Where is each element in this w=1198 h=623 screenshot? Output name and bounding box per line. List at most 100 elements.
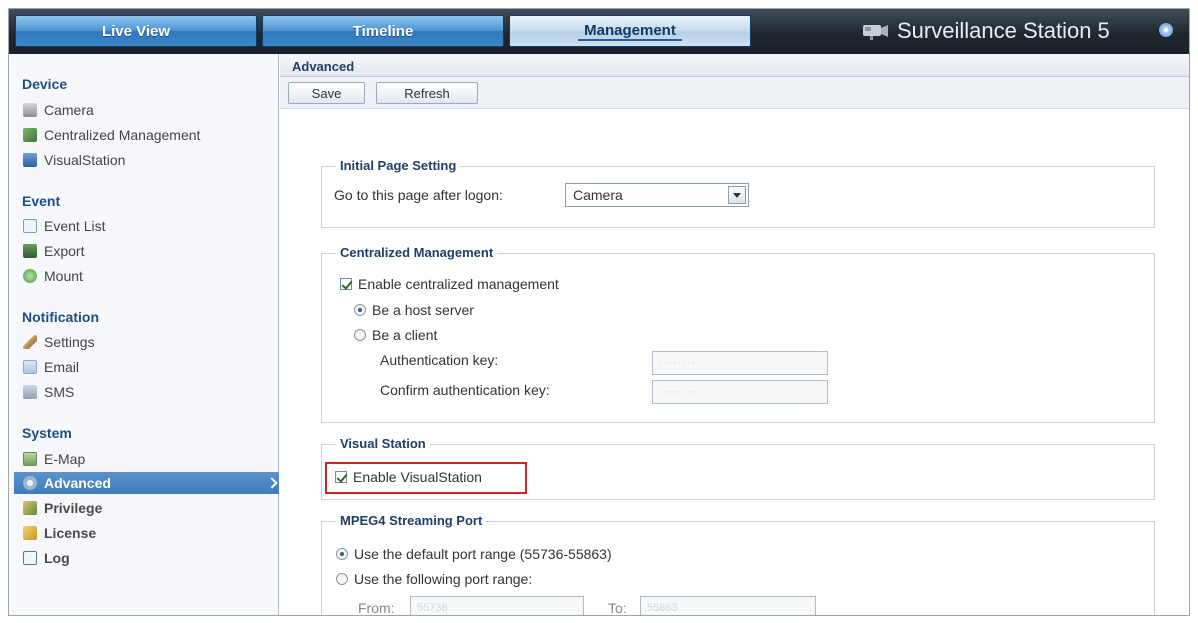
mount-icon <box>23 269 37 283</box>
sidebar-item-log[interactable]: Log <box>14 547 279 569</box>
host-server-radio[interactable] <box>354 304 366 316</box>
privilege-icon <box>23 501 37 515</box>
gear-icon <box>23 476 37 490</box>
enable-centralized-label: Enable centralized management <box>358 276 559 292</box>
event-list-icon <box>23 219 37 233</box>
sidebar-item-label: Email <box>44 359 80 375</box>
export-icon <box>23 244 37 258</box>
toolbar: Save Refresh <box>280 77 1189 109</box>
save-button[interactable]: Save <box>288 82 365 104</box>
book-icon <box>23 551 37 565</box>
tab-live-view-label: Live View <box>101 22 171 40</box>
help-icon[interactable] <box>1159 23 1173 37</box>
from-label: From: <box>358 600 395 616</box>
tab-management-label: Management <box>578 22 682 41</box>
sidebar-item-advanced[interactable]: Advanced <box>14 472 279 494</box>
sidebar-item-mount[interactable]: Mount <box>14 265 279 287</box>
camera-icon <box>23 103 37 117</box>
confirm-key-label: Confirm authentication key: <box>380 382 550 398</box>
sidebar-item-label: Advanced <box>44 475 111 491</box>
brand-title: Surveillance Station 5 <box>897 18 1110 43</box>
enable-visualstation-row[interactable]: Enable VisualStation <box>335 469 482 485</box>
custom-port-radio[interactable] <box>336 573 348 585</box>
sidebar-item-license[interactable]: License <box>14 522 279 544</box>
sidebar-item-e-map[interactable]: E-Map <box>14 448 279 470</box>
sidebar-item-label: Mount <box>44 268 83 284</box>
custom-port-row[interactable]: Use the following port range: <box>336 571 532 587</box>
enable-centralized-row[interactable]: Enable centralized management <box>340 276 559 292</box>
sidebar-item-label: VisualStation <box>44 152 126 168</box>
sidebar-item-event-list[interactable]: Event List <box>14 215 279 237</box>
enable-visualstation-label: Enable VisualStation <box>353 469 482 485</box>
to-label: To: <box>608 600 627 616</box>
sidebar-group-notification: Notification <box>22 309 99 325</box>
sidebar-item-label: Settings <box>44 334 95 350</box>
from-port-input[interactable]: 55736 <box>410 596 584 615</box>
brand: Surveillance Station 5 <box>861 15 1110 47</box>
sidebar-item-sms[interactable]: SMS <box>14 381 279 403</box>
initial-page-select-value: Camera <box>573 187 623 203</box>
sidebar-item-label: Export <box>44 243 85 259</box>
sidebar-item-label: Centralized Management <box>44 127 201 143</box>
key-icon <box>23 526 37 540</box>
host-server-row[interactable]: Be a host server <box>354 302 474 318</box>
sidebar-item-label: Camera <box>44 102 94 118</box>
tab-timeline[interactable]: Timeline <box>262 15 504 47</box>
sidebar-item-visualstation[interactable]: VisualStation <box>14 149 279 171</box>
auth-key-label-row: Authentication key: <box>380 352 498 368</box>
from-label-row: From: <box>358 600 395 616</box>
sidebar-item-label: License <box>44 525 97 541</box>
main-panel: Advanced Save Refresh Initial Page Setti… <box>280 54 1189 616</box>
sidebar-item-centralized-management[interactable]: Centralized Management <box>14 124 279 146</box>
sidebar-item-email[interactable]: Email <box>14 356 279 378</box>
chevron-down-icon[interactable] <box>728 186 746 204</box>
sidebar-item-export[interactable]: Export <box>14 240 279 262</box>
sidebar-group-device: Device <box>22 76 68 92</box>
initial-page-label-text: Go to this page after logon: <box>334 187 503 203</box>
confirm-key-label-row: Confirm authentication key: <box>380 382 550 398</box>
app-window: Live View Timeline Management Surveillan… <box>8 8 1190 616</box>
tab-timeline-label: Timeline <box>352 22 414 40</box>
refresh-button[interactable]: Refresh <box>376 82 478 104</box>
sidebar-item-label: Log <box>44 550 70 566</box>
tab-management[interactable]: Management <box>509 15 751 47</box>
auth-key-input[interactable]: ········· <box>652 351 828 375</box>
sidebar-item-camera[interactable]: Camera <box>14 99 279 121</box>
default-port-row[interactable]: Use the default port range (55736-55863) <box>336 546 612 562</box>
initial-page-setting-section: Initial Page Setting Go to this page aft… <box>321 158 1155 228</box>
sidebar-item-label: Privilege <box>44 500 103 516</box>
sms-icon <box>23 385 37 399</box>
map-icon <box>23 452 37 466</box>
sidebar: Device Camera Centralized Management Vis… <box>9 54 279 615</box>
confirm-key-input[interactable]: ········· <box>652 380 828 404</box>
initial-page-label: Go to this page after logon: <box>334 187 503 203</box>
page-title: Advanced <box>280 54 1189 77</box>
initial-page-select[interactable]: Camera <box>565 183 749 207</box>
centralized-management-icon <box>23 128 37 142</box>
camera-logo-icon <box>863 25 888 40</box>
client-radio[interactable] <box>354 329 366 341</box>
client-row[interactable]: Be a client <box>354 327 437 343</box>
to-port-input[interactable]: 55863 <box>640 596 816 615</box>
initial-page-setting-legend: Initial Page Setting <box>336 158 461 173</box>
enable-visualstation-checkbox[interactable] <box>335 471 347 483</box>
visualstation-icon <box>23 153 37 167</box>
top-navigation-bar: Live View Timeline Management Surveillan… <box>9 9 1189 54</box>
sidebar-item-settings[interactable]: Settings <box>14 331 279 353</box>
wrench-icon <box>23 335 37 349</box>
auth-key-label: Authentication key: <box>380 352 499 368</box>
sidebar-group-event: Event <box>22 193 61 209</box>
client-label: Be a client <box>372 327 438 343</box>
enable-centralized-checkbox[interactable] <box>340 278 352 290</box>
visual-station-legend: Visual Station <box>336 436 430 451</box>
sidebar-item-privilege[interactable]: Privilege <box>14 497 279 519</box>
mpeg4-streaming-port-section: MPEG4 Streaming Port Use the default por… <box>321 513 1155 616</box>
default-port-label: Use the default port range (55736-55863) <box>354 546 612 562</box>
centralized-management-section: Centralized Management Enable centralize… <box>321 245 1155 423</box>
custom-port-label: Use the following port range: <box>354 571 533 587</box>
sidebar-group-system: System <box>22 425 72 441</box>
default-port-radio[interactable] <box>336 548 348 560</box>
tab-live-view[interactable]: Live View <box>15 15 257 47</box>
host-server-label: Be a host server <box>372 302 474 318</box>
mpeg4-legend: MPEG4 Streaming Port <box>336 513 487 528</box>
